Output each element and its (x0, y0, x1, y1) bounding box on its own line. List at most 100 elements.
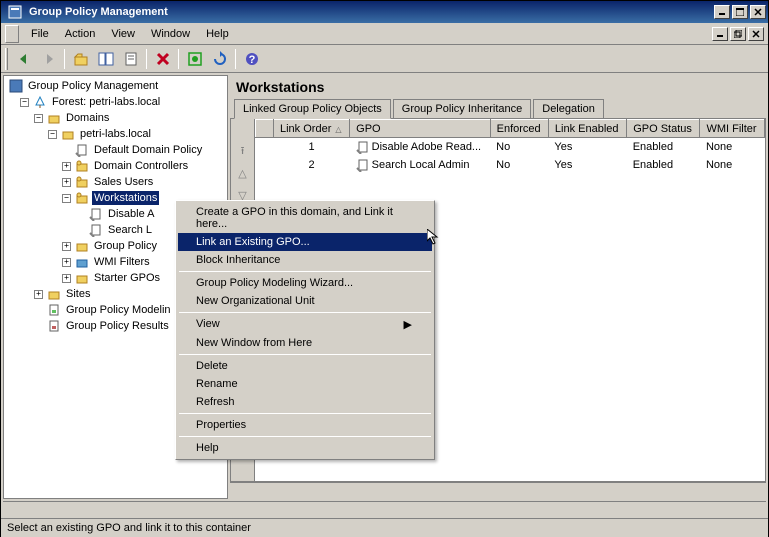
ctx-help[interactable]: Help (178, 439, 432, 457)
ctx-link-existing[interactable]: Link an Existing GPO... (178, 233, 432, 251)
app-icon (7, 4, 23, 20)
control-button[interactable] (183, 48, 206, 70)
title-bar: Group Policy Management (1, 1, 768, 23)
status-bar: Select an existing GPO and link it to th… (1, 518, 768, 537)
menu-action[interactable]: Action (57, 26, 104, 42)
properties-button[interactable] (119, 48, 142, 70)
show-hide-tree-button[interactable] (94, 48, 117, 70)
sort-asc-icon: △ (335, 125, 341, 134)
gpo-link-icon (88, 222, 104, 238)
wmi-icon (74, 254, 90, 270)
mdi-minimize-button[interactable] (712, 27, 728, 41)
ou-icon (74, 158, 90, 174)
forward-button[interactable] (37, 48, 60, 70)
gpm-icon (8, 78, 24, 94)
expand-icon[interactable]: + (62, 162, 71, 171)
delete-button[interactable] (151, 48, 174, 70)
results-icon (46, 318, 62, 334)
move-up-button[interactable]: △ (235, 165, 251, 181)
mdi-icon[interactable] (5, 25, 19, 43)
tree-domains[interactable]: −Domains (6, 110, 225, 126)
forest-icon (32, 94, 48, 110)
ctx-view[interactable]: View▶ (178, 315, 432, 334)
menu-file[interactable]: File (23, 26, 57, 42)
col-gpo[interactable]: GPO (350, 120, 490, 138)
back-button[interactable] (12, 48, 35, 70)
cell-enforced: No (490, 138, 548, 157)
tree-forest[interactable]: −Forest: petri-labs.local (6, 94, 225, 110)
menu-window[interactable]: Window (143, 26, 198, 42)
up-button[interactable] (69, 48, 92, 70)
ctx-modeling-wizard[interactable]: Group Policy Modeling Wizard... (178, 274, 432, 292)
menu-view[interactable]: View (103, 26, 143, 42)
expand-icon[interactable]: + (34, 290, 43, 299)
col-wmi-filter[interactable]: WMI Filter (700, 120, 765, 138)
minimize-button[interactable] (714, 5, 730, 19)
gpo-link-icon (88, 206, 104, 222)
ctx-new-window[interactable]: New Window from Here (178, 334, 432, 352)
col-gpo-status[interactable]: GPO Status (627, 120, 700, 138)
col-link-enabled[interactable]: Link Enabled (548, 120, 626, 138)
ctx-block-inheritance[interactable]: Block Inheritance (178, 251, 432, 269)
ctx-properties[interactable]: Properties (178, 416, 432, 434)
ctx-separator (179, 436, 431, 437)
expand-icon[interactable]: + (62, 258, 71, 267)
tab-strip: Linked Group Policy Objects Group Policy… (230, 99, 766, 119)
cell-wmi: None (700, 156, 765, 174)
tree-domain-controllers[interactable]: +Domain Controllers (6, 158, 225, 174)
tree-default-policy[interactable]: Default Domain Policy (6, 142, 225, 158)
expand-icon[interactable]: + (62, 274, 71, 283)
tab-linked-gpo[interactable]: Linked Group Policy Objects (234, 99, 391, 119)
expand-icon[interactable]: + (62, 242, 71, 251)
grid-row[interactable]: 2 Search Local Admin No Yes Enabled None (256, 156, 765, 174)
menu-bar: File Action View Window Help (1, 23, 768, 45)
collapse-icon[interactable]: − (62, 194, 71, 203)
mdi-restore-button[interactable] (730, 27, 746, 41)
cell-enabled: Yes (548, 138, 626, 157)
toolbar-handle[interactable] (5, 48, 8, 70)
tab-inheritance[interactable]: Group Policy Inheritance (393, 99, 531, 118)
bottom-scrollbar[interactable] (3, 501, 766, 518)
status-text: Select an existing GPO and link it to th… (7, 522, 251, 534)
maximize-button[interactable] (732, 5, 748, 19)
cell-status: Enabled (627, 156, 700, 174)
move-top-button[interactable]: ⭱ (235, 143, 251, 159)
expand-icon[interactable]: + (62, 178, 71, 187)
ctx-create-gpo[interactable]: Create a GPO in this domain, and Link it… (178, 203, 432, 233)
grid-row[interactable]: 1 Disable Adobe Read... No Yes Enabled N… (256, 138, 765, 157)
horizontal-scrollbar[interactable] (230, 482, 766, 499)
domains-icon (46, 110, 62, 126)
refresh-button[interactable] (208, 48, 231, 70)
col-enforced[interactable]: Enforced (490, 120, 548, 138)
grid-header-row: Link Order△ GPO Enforced Link Enabled GP… (256, 120, 765, 138)
help-button[interactable]: ? (240, 48, 263, 70)
ctx-separator (179, 271, 431, 272)
col-empty[interactable] (256, 120, 274, 138)
ctx-delete[interactable]: Delete (178, 357, 432, 375)
ctx-refresh[interactable]: Refresh (178, 393, 432, 411)
toolbar: ? (1, 45, 768, 73)
menu-help[interactable]: Help (198, 26, 237, 42)
cell-order: 2 (274, 156, 350, 174)
collapse-icon[interactable]: − (34, 114, 43, 123)
tab-delegation[interactable]: Delegation (533, 99, 604, 118)
sites-icon (46, 286, 62, 302)
gpo-link-icon (356, 158, 370, 172)
ctx-rename[interactable]: Rename (178, 375, 432, 393)
cell-gpo: Disable Adobe Read... (350, 138, 490, 157)
submenu-arrow-icon: ▶ (404, 318, 412, 331)
cell-status: Enabled (627, 138, 700, 157)
tree-domain[interactable]: −petri-labs.local (6, 126, 225, 142)
close-button[interactable] (750, 5, 766, 19)
cell-enforced: No (490, 156, 548, 174)
ou-icon (74, 190, 90, 206)
collapse-icon[interactable]: − (48, 130, 57, 139)
collapse-icon[interactable]: − (20, 98, 29, 107)
tree-sales-users[interactable]: +Sales Users (6, 174, 225, 190)
window-title: Group Policy Management (27, 6, 714, 18)
ctx-new-ou[interactable]: New Organizational Unit (178, 292, 432, 310)
mdi-close-button[interactable] (748, 27, 764, 41)
col-link-order[interactable]: Link Order△ (274, 120, 350, 138)
modeling-icon (46, 302, 62, 318)
tree-root[interactable]: Group Policy Management (6, 78, 225, 94)
